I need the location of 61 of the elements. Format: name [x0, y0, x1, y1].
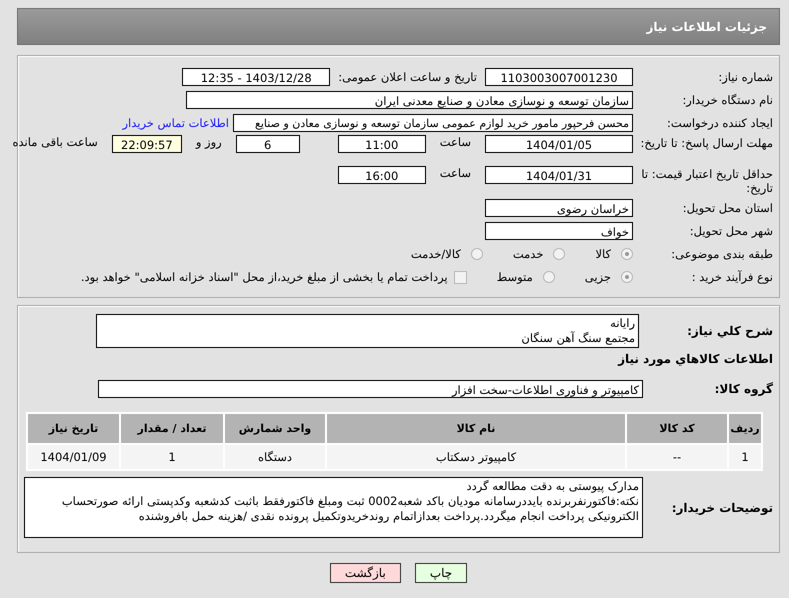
radio-button[interactable]: [621, 271, 633, 283]
remaining-label: ساعت باقی مانده: [12, 135, 98, 149]
buyer-contact-link[interactable]: اطلاعات تماس خریدار: [122, 116, 229, 130]
field-label: تاریخ و ساعت اعلان عمومی:: [338, 70, 477, 84]
field-label: نام دستگاه خریدار:: [681, 93, 773, 107]
column-header: نام کالا: [326, 413, 626, 444]
requester-field[interactable]: محسن فرحپور مامور خرید لوازم عمومی سازمان توسعه و نوسازی معادن و صنایع: [233, 114, 633, 132]
field-label: حداقل تاریخ اعتبار قیمت: تا تاریخ:: [640, 167, 773, 195]
table-cell: --: [626, 444, 728, 470]
goods-group-field[interactable]: کامپیوتر و فناوری اطلاعات-سخت افزار: [98, 380, 643, 398]
field-label: شهر محل تحویل:: [688, 224, 773, 238]
table-cell: 1: [728, 444, 762, 470]
radio-button[interactable]: [542, 271, 555, 283]
field-label: استان محل تحویل:: [682, 201, 773, 215]
time-label: ساعت: [440, 135, 471, 149]
buyer-field[interactable]: سازمان توسعه و نوسازی معادن و صنایع معدنی ایران: [186, 91, 633, 109]
radio-button[interactable]: [470, 248, 483, 260]
announce-date-field[interactable]: 1403/12/28 - 12:35: [182, 68, 330, 86]
validity-time-field[interactable]: 16:00: [338, 166, 426, 184]
field-label: طبقه بندی موضوعی:: [670, 247, 773, 261]
description-textarea[interactable]: رایانه مجتمع سنگ آهن سنگان: [96, 314, 639, 348]
section-heading: اطلاعات کالاهاي مورد نیاز: [616, 352, 773, 366]
column-header: ردیف: [728, 413, 762, 444]
province-field[interactable]: خراسان رضوی: [485, 199, 633, 217]
page-title: جزئیات اطلاعات نیاز: [646, 20, 767, 34]
radio-label: خدمت: [512, 247, 544, 261]
city-field[interactable]: خواف: [485, 222, 633, 240]
checkbox[interactable]: [454, 270, 467, 284]
days-field[interactable]: 6: [236, 135, 300, 153]
column-header: واحد شمارش: [224, 413, 326, 444]
radio-label: کالا/خدمت: [410, 247, 461, 261]
radio-label: متوسط: [496, 270, 533, 284]
notes-textarea[interactable]: مدارک پیوستی به دقت مطالعه گردد نکته:فاکتورنفربرنده بایددرسامانه مودیان باکد شعبه0002 ثبت ومبلغ فاکتورفقط باثبت کدشعبه وکدپستی ارائه صورتحساب الکترونیکی پرداخت انجام میگردد.پرداخت بعدازاتمام روندخریدوتکمیل پرونده نقدی /هزینه حمل بافروشنده: [24, 477, 643, 538]
field-label: شماره نیاز:: [717, 70, 773, 84]
field-label: گروه کالا:: [714, 382, 773, 396]
field-label: شرح کلي نیاز:: [686, 324, 773, 338]
need-number-field[interactable]: 1103003007001230: [485, 68, 633, 86]
table-cell: دستگاه: [224, 444, 326, 470]
checkbox-label: پرداخت تمام یا بخشی از مبلغ خرید،از محل "اسناد خزانه اسلامی" خواهد بود.: [80, 270, 448, 284]
radio-button[interactable]: [553, 248, 566, 260]
deadline-date-field[interactable]: 1404/01/05: [485, 135, 633, 153]
remaining-time-field[interactable]: 22:09:57: [112, 135, 182, 153]
column-header: تعداد / مقدار: [120, 413, 224, 444]
back-button[interactable]: بازگشت: [330, 563, 401, 583]
deadline-time-field[interactable]: 11:00: [338, 135, 426, 153]
column-header: کد کالا: [626, 413, 728, 444]
table-cell: کامپیوتر دسکتاب: [326, 444, 626, 470]
days-label: روز و: [196, 135, 222, 149]
field-label: نوع فرآیند خرید :: [690, 270, 773, 284]
table-cell: 1: [120, 444, 224, 470]
time-label: ساعت: [440, 166, 471, 180]
table-cell: 1404/01/09: [27, 444, 120, 470]
field-label: مهلت ارسال پاسخ: تا تاریخ:: [639, 136, 773, 150]
radio-button[interactable]: [621, 248, 633, 260]
radio-label: کالا: [595, 247, 611, 261]
column-header: تاریخ نیاز: [27, 413, 120, 444]
field-label: ایجاد کننده درخواست:: [666, 116, 773, 130]
validity-date-field[interactable]: 1404/01/31: [485, 166, 633, 184]
radio-label: جزیی: [584, 270, 611, 284]
print-button[interactable]: چاپ: [414, 563, 468, 583]
field-label: توضیحات خریدار:: [670, 500, 773, 514]
